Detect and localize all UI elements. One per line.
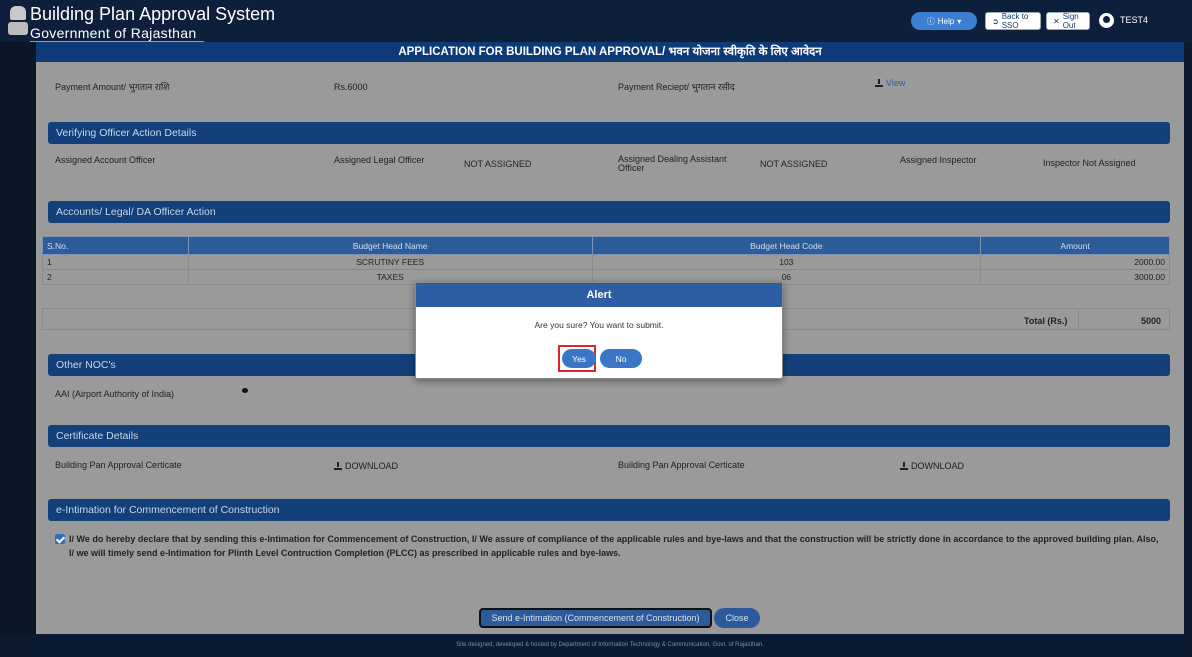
back-to-sso-button[interactable]: ➲ Back to SSO: [985, 12, 1041, 30]
close-button[interactable]: Close: [714, 608, 760, 628]
declaration-text: I/ We do hereby declare that by sending …: [69, 534, 1159, 558]
download-icon: [900, 462, 908, 470]
circle-arrow-icon: ➲: [992, 16, 999, 26]
app-title: Building Plan Approval System: [30, 4, 276, 24]
info-icon: ⓘ: [926, 16, 935, 26]
aai-label: AAI (Airport Authority of India): [55, 389, 175, 399]
column-header: Budget Head Code: [591, 236, 982, 255]
verifying-officer-section-header: Verifying Officer Action Details: [48, 122, 1170, 144]
inspector-value: Inspector Not Assigned: [1043, 158, 1136, 168]
user-avatar-icon[interactable]: [1099, 13, 1114, 28]
alert-message: Are you sure? You want to submit.: [534, 320, 664, 330]
download-label-1: DOWNLOAD: [345, 461, 399, 471]
payment-amount-label: Payment Amount/ भुगतान राशि: [55, 82, 170, 92]
caret-down-icon: ▾: [957, 16, 962, 26]
yes-button[interactable]: Yes: [562, 349, 596, 368]
table-cell: 103: [591, 254, 982, 270]
alert-dialog: Alert Are you sure? You want to submit. …: [415, 282, 783, 379]
dealing-assistant-value: NOT ASSIGNED: [760, 159, 828, 169]
app-subtitle: Government of Rajasthan: [30, 25, 205, 42]
help-label: Help: [937, 16, 955, 26]
right-gutter: [1184, 42, 1192, 657]
rajasthan-emblem-icon: [8, 5, 28, 37]
no-button[interactable]: No: [600, 349, 642, 368]
intimation-section-header: e-Intimation for Commencement of Constru…: [48, 499, 1170, 521]
column-header: Amount: [980, 236, 1170, 255]
help-button[interactable]: ⓘ Help ▾: [911, 12, 977, 30]
view-label: View: [886, 78, 906, 88]
legal-officer-value: NOT ASSIGNED: [464, 159, 532, 169]
form-title: APPLICATION FOR BUILDING PLAN APPROVAL/ …: [36, 42, 1184, 62]
user-name: TEST4: [1120, 15, 1149, 25]
sign-out-button[interactable]: ✕ Sign Out: [1046, 12, 1090, 30]
payment-receipt-label: Payment Reciept/ भुगतान रसीद: [618, 82, 735, 92]
alert-title: Alert: [416, 283, 782, 307]
certificate-label-2: Building Pan Approval Certicate: [618, 460, 745, 470]
sign-out-label: Sign Out: [1062, 12, 1079, 30]
column-header: Budget Head Name: [187, 236, 593, 255]
table-cell: 2000.00: [980, 254, 1170, 270]
account-officer-label: Assigned Account Officer: [55, 155, 156, 165]
accounts-section-header: Accounts/ Legal/ DA Officer Action: [48, 201, 1170, 223]
column-header: S.No.: [42, 236, 189, 255]
payment-amount-value: Rs.6000: [334, 82, 368, 92]
declaration-checkbox[interactable]: [55, 534, 65, 544]
table-cell: 3000.00: [980, 269, 1170, 285]
total-value: 5000: [1141, 316, 1162, 326]
download-label-2: DOWNLOAD: [911, 461, 965, 471]
left-gutter: [0, 42, 36, 634]
table-cell: SCRUTINY FEES: [187, 254, 593, 270]
send-e-intimation-button[interactable]: Send e-Intimation (Commencement of Const…: [479, 608, 712, 628]
download-certificate-link-2[interactable]: DOWNLOAD: [900, 461, 964, 471]
dealing-assistant-label: Assigned Dealing Assistant Officer: [618, 154, 727, 173]
download-certificate-link-1[interactable]: DOWNLOAD: [334, 461, 398, 471]
download-icon: [334, 462, 342, 470]
table-row: 1 SCRUTINY FEES 103 2000.00: [42, 254, 1170, 270]
legal-officer-label: Assigned Legal Officer: [334, 155, 425, 165]
table-cell: 2: [42, 269, 189, 285]
budget-table: S.No. Budget Head Name Budget Head Code …: [42, 236, 1170, 285]
top-header: Building Plan Approval System Government…: [0, 0, 1192, 42]
certificate-label-1: Building Pan Approval Certicate: [55, 460, 182, 470]
site-footer: Site designed, developed & hosted by Dep…: [36, 634, 1184, 657]
table-cell: 1: [42, 254, 189, 270]
inspector-label: Assigned Inspector: [900, 155, 977, 165]
total-label: Total (Rs.): [1024, 316, 1068, 326]
close-icon: ✕: [1053, 16, 1060, 26]
back-sso-label: Back to SSO: [1001, 12, 1029, 30]
download-icon: [875, 79, 883, 87]
certificate-section-header: Certificate Details: [48, 425, 1170, 447]
eye-icon[interactable]: [242, 388, 248, 393]
total-divider: [1078, 310, 1079, 328]
view-receipt-link[interactable]: View: [875, 78, 905, 88]
